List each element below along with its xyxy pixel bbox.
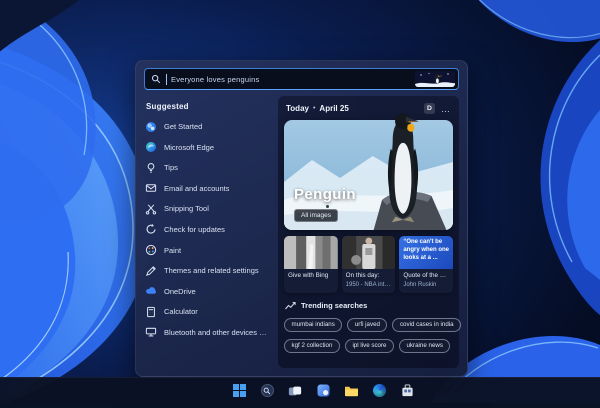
feed-cards: Give with Bing On this day: 1950 - NBA i… [284, 236, 454, 293]
card-caption-subtitle: John Ruskin [403, 281, 437, 288]
trending-chip-row: mumbai indians urfi javed covid cases in… [284, 317, 462, 332]
give-with-bing-image [284, 236, 338, 269]
file-explorer-icon [344, 386, 358, 397]
card-caption-title: On this day: [345, 272, 380, 279]
trending-chip[interactable]: kgf 2 collection [284, 338, 340, 353]
penguin-image [387, 113, 419, 223]
trending-chip-row: kgf 2 collection ipl live score ukraine … [284, 338, 453, 353]
trending-header: Trending searches [285, 301, 452, 310]
suggested-item-check-updates[interactable]: Check for updates [144, 223, 270, 236]
suggested-item-paint[interactable]: Paint [144, 244, 270, 257]
today-label: Today [286, 104, 309, 113]
trending-chip[interactable]: covid cases in india [392, 317, 462, 332]
suggested-item-themes[interactable]: Themes and related settings [144, 264, 270, 277]
quote-text: “One can't be angry when one looks at a … [403, 239, 450, 261]
suggested-item-onedrive[interactable]: OneDrive [144, 285, 270, 298]
suggested-item-email-accounts[interactable]: Email and accounts [144, 182, 270, 195]
trending-chip[interactable]: mumbai indians [284, 317, 343, 332]
snipping-tool-icon [144, 202, 157, 215]
check-updates-icon [144, 223, 157, 236]
search-panel: Everyone loves penguins Suggested Get St… [135, 60, 468, 377]
suggested-item-get-started[interactable]: Get Started [144, 120, 270, 133]
more-options-button[interactable]: … [441, 104, 451, 113]
card-caption-title: Quote of the day: [403, 272, 450, 279]
tips-icon [144, 161, 157, 174]
penguin-doodle-icon [415, 71, 455, 87]
trending-chip[interactable]: ukraine news [398, 338, 451, 353]
text-cursor [166, 73, 167, 85]
trending-title: Trending searches [301, 300, 368, 310]
search-icon [151, 74, 161, 84]
search-input[interactable]: Everyone loves penguins [144, 68, 459, 90]
card-give-with-bing[interactable]: Give with Bing [284, 236, 338, 293]
card-caption: Give with Bing [288, 272, 329, 279]
suggested-item-tips[interactable]: Tips [144, 161, 270, 174]
calculator-icon [144, 305, 157, 318]
today-feed: Today • April 25 D … Penguin All images … [278, 96, 462, 368]
card-quote-of-the-day[interactable]: “One can't be angry when one looks at a … [399, 236, 454, 293]
suggested-item-snipping-tool[interactable]: Snipping Tool [144, 202, 270, 215]
trending-chip[interactable]: urfi javed [347, 317, 388, 332]
get-started-icon [144, 120, 157, 133]
trending-icon [285, 301, 296, 309]
taskbar-search-button[interactable] [259, 382, 276, 399]
onedrive-icon [144, 285, 157, 298]
email-icon [144, 182, 157, 195]
edge-browser-icon [372, 384, 386, 397]
suggested-section: Suggested Get Started Microsoft Edge Tip… [144, 96, 270, 368]
card-on-this-day[interactable]: On this day: 1950 - NBA inte... [341, 236, 396, 293]
suggested-item-microsoft-edge[interactable]: Microsoft Edge [144, 141, 270, 154]
all-images-badge[interactable]: All images [294, 209, 338, 222]
devices-icon [144, 326, 157, 339]
on-this-day-image [341, 236, 396, 269]
widgets-icon [317, 384, 329, 397]
task-view-button[interactable] [287, 382, 304, 399]
carousel-dot [326, 205, 329, 208]
suggested-title: Suggested [146, 102, 189, 111]
store-icon [401, 384, 413, 397]
taskbar-search-icon [260, 384, 274, 397]
hero-title: Penguin [294, 186, 356, 203]
today-date: April 25 [319, 104, 349, 113]
edge-button[interactable] [371, 382, 388, 399]
today-separator: • [312, 105, 316, 112]
windows-logo-icon [232, 384, 246, 397]
themes-icon [144, 264, 157, 277]
edge-icon [144, 141, 157, 154]
panel-content: Suggested Get Started Microsoft Edge Tip… [136, 94, 467, 376]
search-query-text: Everyone loves penguins [171, 74, 260, 84]
quote-image: “One can't be angry when one looks at a … [399, 236, 454, 269]
hero-card-penguin[interactable]: Penguin All images [284, 113, 453, 230]
start-button[interactable] [231, 382, 248, 399]
paint-icon [144, 244, 157, 257]
suggested-item-bluetooth-devices[interactable]: Bluetooth and other devices sett... [144, 326, 270, 339]
taskbar [0, 377, 600, 403]
card-caption-subtitle: 1950 - NBA inte... [345, 281, 392, 288]
suggested-item-calculator[interactable]: Calculator [144, 305, 270, 318]
file-explorer-button[interactable] [343, 382, 360, 399]
widgets-button[interactable] [315, 382, 332, 399]
store-button[interactable] [399, 382, 416, 399]
trending-chip[interactable]: ipl live score [344, 338, 394, 353]
task-view-icon [288, 386, 302, 395]
